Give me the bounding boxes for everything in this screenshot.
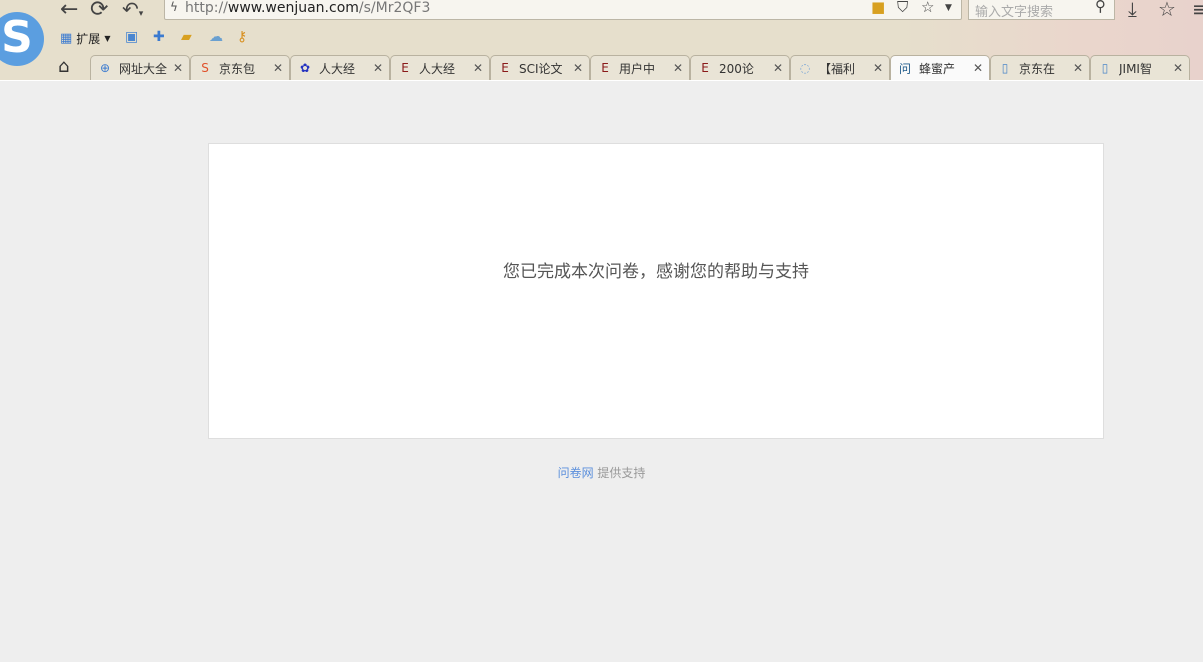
tab[interactable]: ▯ 京东在 ✕ (990, 55, 1090, 80)
close-icon[interactable]: ✕ (773, 61, 783, 75)
close-icon[interactable]: ✕ (1073, 61, 1083, 75)
puzzle-icon[interactable]: ✚ (153, 29, 165, 45)
tab-label: 京东包 (219, 61, 256, 76)
home-icon[interactable]: ⌂ (58, 56, 69, 77)
download-icon[interactable]: ⤓ (1128, 0, 1137, 21)
search-icon[interactable]: ⚲ (1095, 0, 1106, 15)
close-icon[interactable]: ✕ (173, 61, 183, 75)
page-icon: ▯ (1001, 61, 1009, 75)
url-host: www.wenjuan.com (227, 0, 359, 16)
chevron-down-icon[interactable]: ▼ (945, 3, 952, 13)
menu-icon[interactable]: ≡ (1192, 0, 1203, 21)
close-icon[interactable]: ✕ (273, 61, 283, 75)
loading-icon: ◌ (799, 61, 811, 75)
search-placeholder: 输入文字搜索 (975, 5, 1054, 20)
tab[interactable]: E SCI论文 ✕ (490, 55, 590, 80)
close-icon[interactable]: ✕ (473, 61, 483, 75)
tab[interactable]: ▯ JIMI智 ✕ (1090, 55, 1190, 80)
tab-label: SCI论文 (519, 61, 563, 76)
tab[interactable]: E 人大经 ✕ (390, 55, 490, 80)
browser-logo[interactable]: S (0, 12, 44, 66)
page-icon: ▯ (1101, 61, 1109, 75)
url-prefix: http:// (185, 0, 228, 16)
tab-label: 网址大全 (119, 61, 168, 76)
tab[interactable]: ⊕ 网址大全 ✕ (90, 55, 190, 80)
chevron-down-icon: ▼ (104, 34, 111, 43)
tab-bar: ⊕ 网址大全 ✕ S 京东包 ✕ ✿ 人大经 ✕ E 人大经 ✕ E SCI论文 ✕ E 用户中 ✕ E 200论 ✕ ◌… (90, 55, 1190, 80)
tab-label: 人大经 (319, 61, 356, 76)
calendar-tool-icon[interactable]: ▣ (125, 29, 138, 45)
tab[interactable]: ✿ 人大经 ✕ (290, 55, 390, 80)
e-icon: E (501, 61, 509, 75)
globe-icon: ⊕ (99, 61, 111, 75)
back-icon[interactable]: ← (60, 0, 78, 22)
close-icon[interactable]: ✕ (973, 61, 983, 75)
shield-icon[interactable]: ⛉ (897, 0, 908, 16)
tab[interactable]: ◌ 【福利 ✕ (790, 55, 890, 80)
key-icon[interactable]: ⚷ (237, 29, 247, 45)
grid-icon: ▦ (60, 31, 73, 46)
close-icon[interactable]: ✕ (873, 61, 883, 75)
address-bar[interactable]: ϟ http://www.wenjuan.com/s/Mr2QF3 ■ ⛉ ☆ … (164, 0, 962, 20)
wenjuan-link[interactable]: 问卷网 (558, 466, 594, 480)
refresh-icon[interactable]: ⟳ (90, 0, 108, 22)
url-path: /s/Mr2QF3 (358, 0, 431, 16)
completion-card: 您已完成本次问卷，感谢您的帮助与支持 (208, 143, 1104, 439)
tab-label: JIMI智 (1119, 61, 1152, 76)
undo-icon[interactable]: ↶▾ (122, 0, 143, 21)
search-input[interactable]: 输入文字搜索 ⚲ (968, 0, 1115, 20)
tab-label: 蜂蜜产 (919, 61, 956, 76)
baidu-paw-icon: ✿ (299, 61, 311, 75)
tab[interactable]: S 京东包 ✕ (190, 55, 290, 80)
tab-label: 人大经 (419, 61, 456, 76)
tab[interactable]: E 用户中 ✕ (590, 55, 690, 80)
e-icon: E (401, 61, 409, 75)
wenjuan-icon: 问 (898, 61, 911, 76)
e-icon: E (601, 61, 609, 75)
tab-label: 京东在 (1019, 61, 1056, 76)
footer-text: 提供支持 (597, 466, 646, 480)
tab-label: 用户中 (619, 61, 656, 76)
footer: 问卷网 提供支持 (0, 464, 1203, 481)
e-icon: E (701, 61, 709, 75)
close-icon[interactable]: ✕ (1173, 61, 1183, 75)
page-content: 您已完成本次问卷，感谢您的帮助与支持 问卷网 提供支持 (0, 80, 1203, 662)
completion-message: 您已完成本次问卷，感谢您的帮助与支持 (503, 262, 809, 282)
favorites-icon[interactable]: ☆ (1158, 0, 1176, 21)
browser-chrome: ← ⟳ ↶▾ S ϟ http://www.wenjuan.com/s/Mr2Q… (0, 0, 1203, 80)
star-icon[interactable]: ☆ (921, 0, 934, 16)
tab-label: 【福利 (819, 61, 856, 76)
close-icon[interactable]: ✕ (573, 61, 583, 75)
tab-label: 200论 (719, 61, 754, 76)
close-icon[interactable]: ✕ (373, 61, 383, 75)
screenshot-icon[interactable]: ▰ (181, 29, 192, 45)
translate-icon[interactable]: ■ (871, 0, 885, 16)
tab[interactable]: 问蜂蜜产 ✕ (890, 55, 990, 80)
tab[interactable]: E 200论 ✕ (690, 55, 790, 80)
bolt-icon: ϟ (170, 0, 178, 14)
extensions-button[interactable]: ▦ 扩展 ▼ (60, 30, 110, 47)
extensions-label: 扩展 (76, 32, 101, 46)
cloud-note-icon[interactable]: ☁ (209, 29, 223, 45)
close-icon[interactable]: ✕ (673, 61, 683, 75)
sogou-icon: S (201, 61, 209, 75)
